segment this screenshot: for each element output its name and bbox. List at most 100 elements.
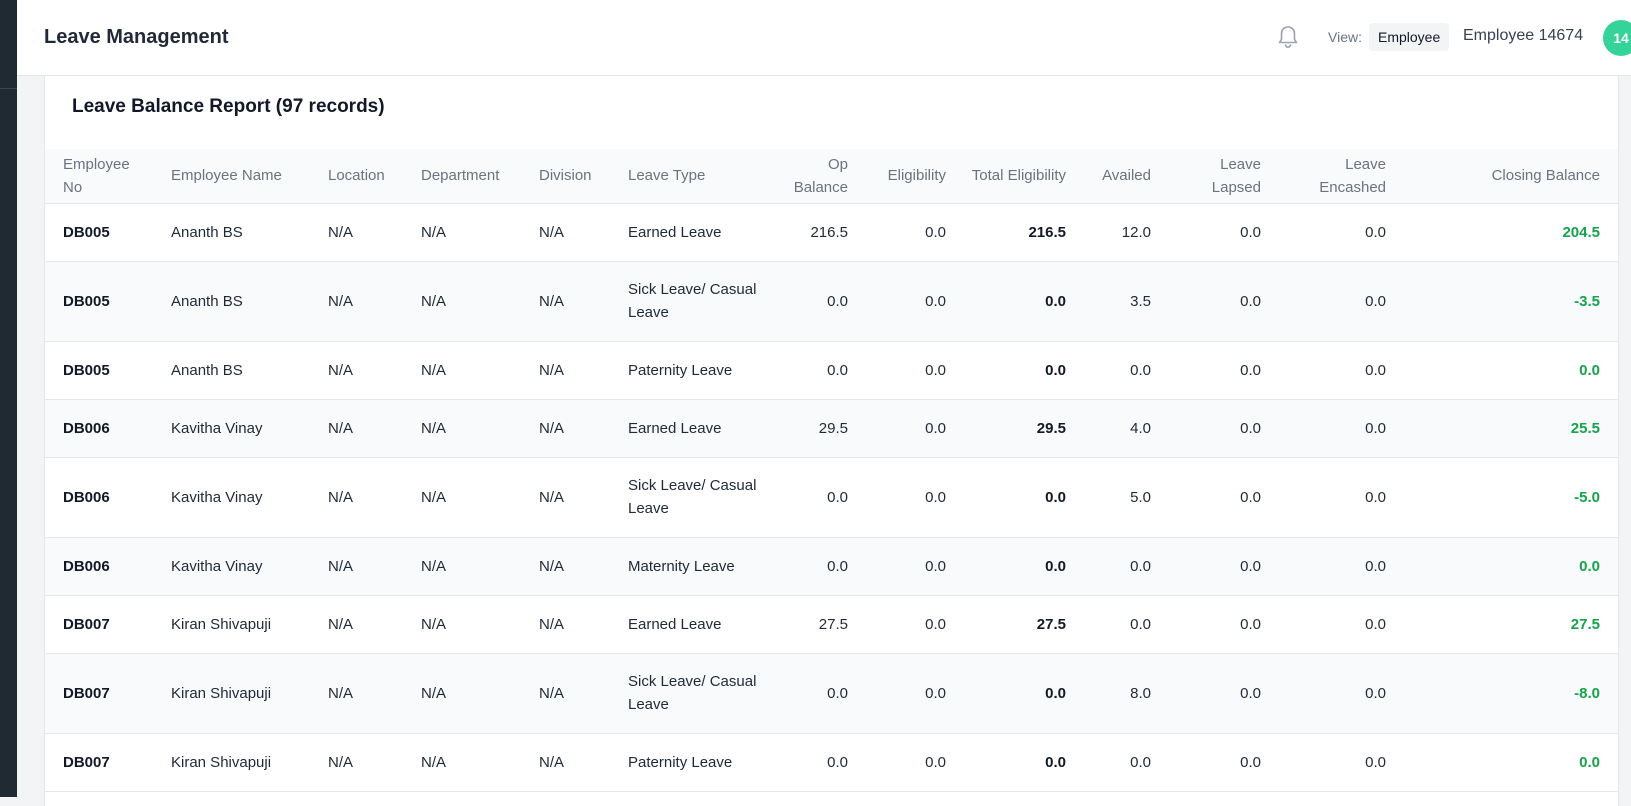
cell-availed: 4.0 bbox=[1130, 419, 1151, 437]
cell-availed: 0.0 bbox=[1130, 361, 1151, 379]
cell-leave-encashed: 0.0 bbox=[1365, 615, 1386, 633]
app-title: Leave Management bbox=[44, 26, 229, 48]
cell-department: N/A bbox=[421, 361, 447, 379]
cell-department: N/A bbox=[421, 753, 447, 771]
cell-leave-lapsed: 0.0 bbox=[1240, 361, 1261, 379]
table-row[interactable]: DB006 Kavitha Vinay N/A N/A N/A Maternit… bbox=[45, 537, 1618, 595]
cell-leave-type: Paternity Leave bbox=[628, 361, 733, 379]
cell-availed: 8.0 bbox=[1130, 684, 1151, 702]
cell-employee-no: DB007 bbox=[63, 753, 110, 771]
cell-location: N/A bbox=[328, 223, 354, 241]
cell-division: N/A bbox=[539, 223, 565, 241]
cell-leave-type: Earned Leave bbox=[628, 419, 722, 437]
cell-total-eligibility: 0.0 bbox=[1045, 684, 1066, 702]
cell-op-balance: 0.0 bbox=[827, 488, 848, 506]
cell-division: N/A bbox=[539, 684, 565, 702]
cell-location: N/A bbox=[328, 292, 354, 310]
cell-closing-balance: 0.0 bbox=[1579, 753, 1600, 771]
table-row[interactable]: DB006 Kavitha Vinay N/A N/A N/A Earned L… bbox=[45, 399, 1618, 457]
cell-closing-balance: -3.5 bbox=[1574, 292, 1600, 310]
cell-department: N/A bbox=[421, 419, 447, 437]
cell-leave-lapsed: 0.0 bbox=[1240, 488, 1261, 506]
cell-division: N/A bbox=[539, 292, 565, 310]
cell-leave-lapsed: 0.0 bbox=[1240, 223, 1261, 241]
cell-op-balance: 0.0 bbox=[827, 557, 848, 575]
table-row[interactable]: DB005 Ananth BS N/A N/A N/A Paternity Le… bbox=[45, 341, 1618, 399]
table-row[interactable]: DB005 Ananth BS N/A N/A N/A Earned Leave… bbox=[45, 203, 1618, 261]
cell-op-balance: 29.5 bbox=[818, 419, 848, 437]
cell-employee-name: Kavitha Vinay bbox=[171, 419, 263, 437]
report-title: Leave Balance Report (97 records) bbox=[72, 96, 385, 117]
cell-leave-encashed: 0.0 bbox=[1365, 419, 1386, 437]
cell-employee-no: DB007 bbox=[63, 684, 110, 702]
cell-eligibility: 0.0 bbox=[925, 684, 946, 702]
cell-employee-name: Kavitha Vinay bbox=[171, 488, 263, 506]
table-row[interactable]: DB007 Kiran Shivapuji N/A N/A N/A Earned… bbox=[45, 595, 1618, 653]
col-header-availed[interactable]: Availed bbox=[1075, 149, 1160, 203]
table-row[interactable]: DB007 Kiran Shivapuji N/A N/A N/A Sick L… bbox=[45, 653, 1618, 733]
col-header-department[interactable]: Department bbox=[412, 149, 530, 203]
cell-eligibility: 0.0 bbox=[925, 615, 946, 633]
table-row[interactable]: DB005 Ananth BS N/A N/A N/A Sick Leave/ … bbox=[45, 261, 1618, 341]
cell-employee-no: DB006 bbox=[63, 419, 110, 437]
cell-total-eligibility: 29.5 bbox=[1036, 419, 1066, 437]
cell-division: N/A bbox=[539, 488, 565, 506]
view-label: View: bbox=[1328, 29, 1362, 45]
col-header-eligibility[interactable]: Eligibility bbox=[857, 149, 955, 203]
cell-division: N/A bbox=[539, 361, 565, 379]
cell-closing-balance: 0.0 bbox=[1579, 557, 1600, 575]
col-header-location[interactable]: Location bbox=[319, 149, 412, 203]
cell-availed: 0.0 bbox=[1130, 753, 1151, 771]
cell-department: N/A bbox=[421, 292, 447, 310]
col-header-division[interactable]: Division bbox=[530, 149, 619, 203]
cell-eligibility: 0.0 bbox=[925, 488, 946, 506]
cell-employee-no: DB007 bbox=[63, 615, 110, 633]
col-header-leave-lapsed[interactable]: Leave Lapsed bbox=[1160, 149, 1270, 203]
user-name[interactable]: Employee 14674 bbox=[1463, 27, 1583, 45]
cell-employee-no: DB005 bbox=[63, 292, 110, 310]
col-header-employee-name[interactable]: Employee Name bbox=[162, 149, 319, 203]
col-header-closing-balance[interactable]: Closing Balance bbox=[1395, 149, 1618, 203]
cell-eligibility: 0.0 bbox=[925, 292, 946, 310]
cell-department: N/A bbox=[421, 684, 447, 702]
col-header-employee-no[interactable]: Employee No bbox=[45, 149, 162, 203]
cell-location: N/A bbox=[328, 419, 354, 437]
cell-department: N/A bbox=[421, 615, 447, 633]
cell-location: N/A bbox=[328, 684, 354, 702]
cell-leave-encashed: 0.0 bbox=[1365, 684, 1386, 702]
cell-availed: 12.0 bbox=[1121, 223, 1151, 241]
col-header-leave-encashed[interactable]: Leave Encashed bbox=[1270, 149, 1395, 203]
cell-employee-no: DB005 bbox=[63, 223, 110, 241]
col-header-op-balance[interactable]: Op Balance bbox=[769, 149, 857, 203]
cell-department: N/A bbox=[421, 488, 447, 506]
cell-closing-balance: -5.0 bbox=[1574, 488, 1600, 506]
cell-employee-name: Ananth BS bbox=[171, 292, 243, 310]
cell-leave-type: Sick Leave/ Casual Leave bbox=[628, 477, 757, 517]
cell-leave-type: Earned Leave bbox=[628, 615, 722, 633]
cell-availed: 0.0 bbox=[1130, 615, 1151, 633]
table-row[interactable]: DB006 Kavitha Vinay N/A N/A N/A Sick Lea… bbox=[45, 457, 1618, 537]
cell-closing-balance: 204.5 bbox=[1562, 223, 1600, 241]
cell-total-eligibility: 216.5 bbox=[1028, 223, 1066, 241]
cell-leave-type: Sick Leave/ Casual Leave bbox=[628, 281, 757, 321]
bell-icon[interactable] bbox=[1276, 24, 1300, 50]
cell-availed: 5.0 bbox=[1130, 488, 1151, 506]
cell-closing-balance: 25.5 bbox=[1570, 419, 1600, 437]
col-header-total-eligibility[interactable]: Total Eligibility bbox=[955, 149, 1075, 203]
cell-availed: 3.5 bbox=[1130, 292, 1151, 310]
cell-leave-encashed: 0.0 bbox=[1365, 753, 1386, 771]
table-row[interactable]: DB007 Kiran Shivapuji N/A N/A N/A Patern… bbox=[45, 733, 1618, 791]
cell-op-balance: 27.5 bbox=[818, 615, 848, 633]
cell-location: N/A bbox=[328, 615, 354, 633]
cell-location: N/A bbox=[328, 753, 354, 771]
cell-op-balance: 0.0 bbox=[827, 361, 848, 379]
table-header-row: Employee No Employee Name Location Depar… bbox=[45, 149, 1618, 203]
cell-op-balance: 0.0 bbox=[827, 684, 848, 702]
cell-department: N/A bbox=[421, 223, 447, 241]
avatar[interactable]: 14 bbox=[1603, 20, 1631, 56]
col-header-leave-type[interactable]: Leave Type bbox=[619, 149, 769, 203]
cell-leave-type: Paternity Leave bbox=[628, 753, 733, 771]
cell-leave-encashed: 0.0 bbox=[1365, 361, 1386, 379]
view-selector[interactable]: Employee bbox=[1369, 23, 1450, 51]
cell-employee-name: Ananth BS bbox=[171, 361, 243, 379]
